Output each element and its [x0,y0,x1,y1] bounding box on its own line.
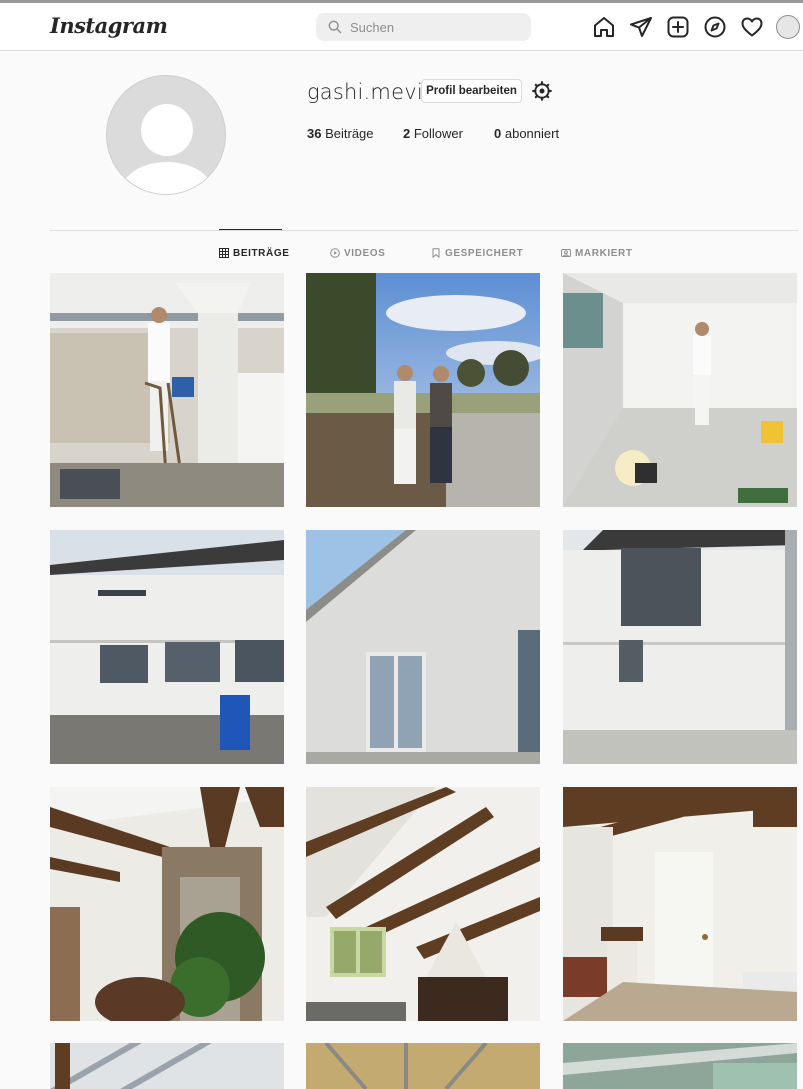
tab-videos[interactable]: VIDEOS [330,246,385,260]
post-tile[interactable] [306,273,540,507]
post-image-beams-stone-wall [50,787,284,1021]
tabs-divider [50,230,798,231]
search-input[interactable] [350,13,525,41]
instagram-logo[interactable]: Instagram [50,13,168,38]
new-post-icon [667,16,689,38]
post-tile[interactable] [50,787,284,1021]
heart-icon [741,17,763,37]
tab-saved-label: GESPEICHERT [445,247,524,259]
search-icon [328,20,342,34]
post-image-house-side [563,530,797,764]
new-post-button[interactable] [666,15,690,39]
post-tile[interactable] [50,273,284,507]
posts-label: Beiträge [325,126,374,141]
following-count: 0 [494,126,502,141]
post-tile[interactable] [306,1043,540,1089]
explore-compass-icon [704,16,726,38]
post-tile[interactable] [306,787,540,1021]
activity-button[interactable] [740,15,764,39]
active-tab-indicator [219,229,282,230]
post-image-painter-room [563,273,797,507]
tab-videos-label: VIDEOS [344,247,386,259]
profile-picture[interactable] [106,75,226,195]
post-tile[interactable] [563,787,797,1021]
settings-button[interactable] [532,81,552,101]
direct-messages-button[interactable] [629,15,653,39]
explore-button[interactable] [703,15,727,39]
post-image-house-windows [50,530,284,764]
avatar-placeholder-head [141,104,193,156]
post-image-beams-fireplace [306,787,540,1021]
post-tile[interactable] [306,530,540,764]
edit-profile-button[interactable]: Profil bearbeiten [421,79,522,103]
post-tile[interactable] [50,1043,284,1089]
paper-plane-icon [630,17,652,37]
followers-label: Follower [413,126,463,141]
post-image-beams-door [563,787,797,1021]
top-navigation-bar: Instagram [0,0,803,51]
post-image-facade-door [306,530,540,764]
tab-posts[interactable]: BEITRÄGE [219,246,289,260]
tab-tagged[interactable]: MARKIERT [561,246,633,260]
tagged-icon [561,249,571,257]
gear-icon [532,81,552,101]
post-image-two-workers-field [306,273,540,507]
grid-icon [219,248,229,258]
avatar-placeholder-body [121,162,213,194]
post-image-roof-structure [50,1043,284,1089]
posts-count: 36 [307,126,322,141]
post-image-ceiling-panels [563,1043,797,1089]
post-tile[interactable] [563,273,797,507]
video-play-icon [330,248,340,258]
stat-following[interactable]: 0 abonniert [494,126,559,141]
post-image-painter-column [50,273,284,507]
following-label: abonniert [504,126,560,141]
profile-username: gashi.mevi [307,80,423,104]
window-top-edge [0,0,803,3]
tab-posts-label: BEITRÄGE [233,247,290,259]
post-tile[interactable] [50,530,284,764]
search-box[interactable] [316,13,531,41]
post-tile[interactable] [563,1043,797,1089]
followers-count: 2 [403,126,411,141]
stat-followers[interactable]: 2 Follower [403,126,463,141]
post-image-insulation-roof [306,1043,540,1089]
stat-posts: 36 Beiträge [307,126,374,141]
tab-tagged-label: MARKIERT [575,247,633,259]
tab-saved[interactable]: GESPEICHERT [431,246,523,260]
home-icon [594,17,614,37]
post-tile[interactable] [563,530,797,764]
bookmark-icon [432,248,440,258]
home-button[interactable] [592,15,616,39]
profile-avatar-button[interactable] [776,15,800,39]
